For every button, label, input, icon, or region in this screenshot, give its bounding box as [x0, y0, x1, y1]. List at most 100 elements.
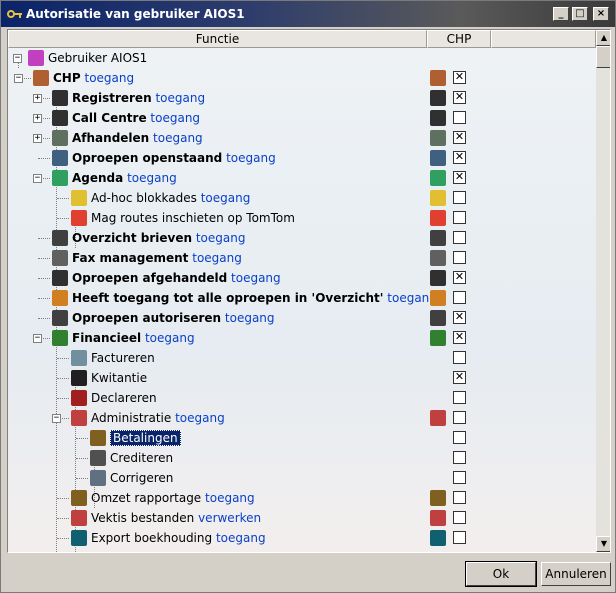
expand-toggle[interactable]: +: [33, 114, 42, 123]
chp-checkbox-administratie[interactable]: [453, 411, 466, 424]
scroll-down-button[interactable]: ▼: [596, 536, 610, 552]
chp-checkbox-corrigeren[interactable]: [453, 471, 466, 484]
tree-label-alleoproepen[interactable]: Heeft toegang tot alle oproepen in 'Over…: [72, 290, 437, 306]
tree-row-chp[interactable]: − CHP toegang ✕: [8, 68, 596, 88]
collapse-toggle[interactable]: −: [13, 54, 22, 63]
tree-label-financieel[interactable]: Financieel toegang: [72, 330, 195, 346]
tree-label-fax[interactable]: Fax management toegang: [72, 250, 242, 266]
chp-checkbox-brieven[interactable]: [453, 231, 466, 244]
item-name[interactable]: Ad-hoc blokkades: [91, 191, 197, 205]
chp-checkbox-crediteren[interactable]: [453, 451, 466, 464]
chp-checkbox-chp[interactable]: ✕: [453, 71, 466, 84]
item-name[interactable]: Registreren: [72, 91, 152, 105]
item-link[interactable]: toegang: [225, 311, 275, 325]
chp-checkbox-fax[interactable]: [453, 251, 466, 264]
tree-label-chp[interactable]: CHP toegang: [53, 70, 134, 86]
item-link[interactable]: toegang: [216, 531, 266, 545]
tree-label-openstaand[interactable]: Oproepen openstaand toegang: [72, 150, 276, 166]
item-name[interactable]: Oproepen autoriseren: [72, 311, 221, 325]
tree-label-vektis[interactable]: Vektis bestanden verwerken: [91, 510, 261, 526]
tree-row-alleoproepen[interactable]: Heeft toegang tot alle oproepen in 'Over…: [8, 288, 596, 308]
expand-toggle[interactable]: +: [33, 134, 42, 143]
item-name[interactable]: Crediteren: [110, 451, 173, 465]
chp-checkbox-vektis[interactable]: [453, 511, 466, 524]
chp-checkbox-factureren[interactable]: [453, 351, 466, 364]
item-name[interactable]: Administratie: [91, 411, 171, 425]
chp-checkbox-financieel[interactable]: ✕: [453, 331, 466, 344]
chp-checkbox-omzet[interactable]: [453, 491, 466, 504]
tree-row-autoriseren[interactable]: Oproepen autoriseren toegang ✕: [8, 308, 596, 328]
chp-checkbox-autoriseren[interactable]: ✕: [453, 311, 466, 324]
ok-button[interactable]: Ok: [465, 561, 537, 587]
item-name[interactable]: Mag routes inschieten op TomTom: [91, 211, 295, 225]
item-name[interactable]: Vektis bestanden: [91, 511, 194, 525]
item-name[interactable]: Overzicht brieven: [72, 231, 192, 245]
tree-row-administratie[interactable]: − Administratie toegang: [8, 408, 596, 428]
tree-row-declareren[interactable]: Declareren: [8, 388, 596, 408]
item-name[interactable]: Omzet rapportage: [91, 491, 201, 505]
tree-label-administratie[interactable]: Administratie toegang: [91, 410, 225, 426]
maximize-button[interactable]: □: [572, 7, 588, 21]
item-link[interactable]: toegang: [150, 111, 200, 125]
chp-checkbox-betalingen[interactable]: [453, 431, 466, 444]
vertical-scrollbar[interactable]: ▲ ▼: [596, 30, 610, 552]
item-name[interactable]: CHP: [53, 71, 81, 85]
chp-checkbox-registreren[interactable]: ✕: [453, 91, 466, 104]
chp-checkbox-kwitantie[interactable]: ✕: [453, 371, 466, 384]
tree-row-factureren[interactable]: Factureren: [8, 348, 596, 368]
chp-checkbox-alleoproepen[interactable]: [453, 291, 466, 304]
tree-label-afgehandeld[interactable]: Oproepen afgehandeld toegang: [72, 270, 281, 286]
tree-row-registreren[interactable]: + Registreren toegang ✕: [8, 88, 596, 108]
tree-row-root[interactable]: − Gebruiker AIOS1: [8, 48, 596, 68]
item-link[interactable]: toegang: [153, 131, 203, 145]
tree-label-corrigeren[interactable]: Corrigeren: [110, 470, 173, 486]
tree-row-tomtom[interactable]: Mag routes inschieten op TomTom: [8, 208, 596, 228]
item-link[interactable]: toegang: [127, 171, 177, 185]
item-link[interactable]: toegang: [226, 151, 276, 165]
item-name[interactable]: Oproepen openstaand: [72, 151, 222, 165]
column-header-chp[interactable]: CHP: [427, 30, 491, 48]
tree-label-tomtom[interactable]: Mag routes inschieten op TomTom: [91, 210, 295, 226]
tree-row-adhoc[interactable]: Ad-hoc blokkades toegang: [8, 188, 596, 208]
tree-label-betalingen[interactable]: Betalingen: [110, 430, 181, 446]
item-name[interactable]: Call Centre: [72, 111, 147, 125]
tree-row-openstaand[interactable]: Oproepen openstaand toegang ✕: [8, 148, 596, 168]
chp-checkbox-agenda[interactable]: ✕: [453, 171, 466, 184]
chp-checkbox-export[interactable]: [453, 531, 466, 544]
tree-row-fax[interactable]: Fax management toegang: [8, 248, 596, 268]
tree-label-root[interactable]: Gebruiker AIOS1: [48, 50, 147, 66]
cancel-button[interactable]: Annuleren: [541, 562, 611, 586]
tree-row-financieel[interactable]: − Financieel toegang ✕: [8, 328, 596, 348]
tree-label-callcentre[interactable]: Call Centre toegang: [72, 110, 200, 126]
tree-row-kwitantie[interactable]: Kwitantie ✕: [8, 368, 596, 388]
tree-label-factureren[interactable]: Factureren: [91, 350, 155, 366]
item-name[interactable]: Kwitantie: [91, 371, 147, 385]
collapse-toggle[interactable]: −: [33, 174, 42, 183]
column-header-functie[interactable]: Functie: [8, 30, 427, 48]
tree-row-export[interactable]: Export boekhouding toegang: [8, 528, 596, 548]
tree-row-afgehandeld[interactable]: Oproepen afgehandeld toegang ✕: [8, 268, 596, 288]
tree-row-agenda[interactable]: − Agenda toegang ✕: [8, 168, 596, 188]
tree-row-brieven[interactable]: Overzicht brieven toegang: [8, 228, 596, 248]
item-name[interactable]: Declareren: [91, 391, 157, 405]
item-link[interactable]: toegang: [155, 91, 205, 105]
item-name[interactable]: Financieel: [72, 331, 141, 345]
item-name[interactable]: Agenda: [72, 171, 123, 185]
item-name[interactable]: Betalingen: [110, 430, 181, 446]
collapse-toggle[interactable]: −: [14, 74, 23, 83]
expand-toggle[interactable]: +: [33, 94, 42, 103]
item-link[interactable]: toegang: [196, 231, 246, 245]
tree-label-crediteren[interactable]: Crediteren: [110, 450, 173, 466]
tree-label-brieven[interactable]: Overzicht brieven toegang: [72, 230, 245, 246]
tree-row-crediteren[interactable]: Crediteren: [8, 448, 596, 468]
tree-label-autoriseren[interactable]: Oproepen autoriseren toegang: [72, 310, 275, 326]
tree-row-vektis[interactable]: Vektis bestanden verwerken: [8, 508, 596, 528]
tree-row-afhandelen[interactable]: + Afhandelen toegang ✕: [8, 128, 596, 148]
tree-row-corrigeren[interactable]: Corrigeren: [8, 468, 596, 488]
item-name[interactable]: Gebruiker AIOS1: [48, 51, 147, 65]
tree-label-agenda[interactable]: Agenda toegang: [72, 170, 177, 186]
chp-checkbox-adhoc[interactable]: [453, 191, 466, 204]
chp-checkbox-declareren[interactable]: [453, 391, 466, 404]
scroll-thumb[interactable]: [596, 46, 610, 68]
item-link[interactable]: toegang: [145, 331, 195, 345]
